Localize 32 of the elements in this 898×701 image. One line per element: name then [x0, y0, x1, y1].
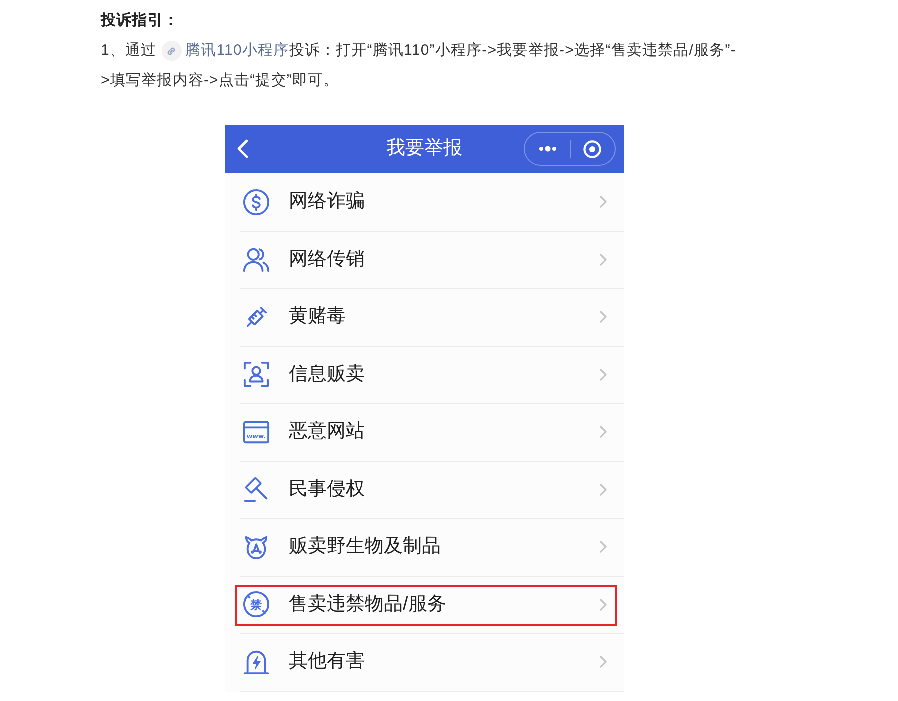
- close-target-icon[interactable]: [583, 140, 602, 158]
- chevron-right-icon: [600, 484, 607, 496]
- back-icon[interactable]: [236, 139, 250, 159]
- chevron-right-icon: [600, 426, 607, 438]
- more-icon[interactable]: [539, 145, 557, 153]
- animal-head-icon: [243, 534, 270, 561]
- chevron-right-icon: [600, 541, 607, 554]
- chevron-right-icon: [600, 368, 607, 381]
- guide-step-text: 1、通过 腾讯110小程序投诉：打开“腾讯110”小程序->我要举报->选择“售卖违禁品/服务”->填写举报内容->点击“提交”即可。: [101, 36, 743, 96]
- guide-heading: 投诉指引：: [101, 11, 179, 31]
- report-category-item[interactable]: 黄赌毒: [240, 289, 624, 346]
- chevron-right-icon: [600, 598, 607, 611]
- chevron-right-icon: [600, 656, 607, 668]
- report-category-item[interactable]: 贩卖野生物及制品: [240, 519, 624, 576]
- report-category-item[interactable]: 其他有害: [240, 634, 624, 692]
- mini-program-link[interactable]: 腾讯110小程序: [162, 36, 290, 66]
- face-scan-icon: [243, 361, 270, 388]
- prohibited-sign-icon: 禁: [243, 591, 270, 618]
- header-title: 我要举报: [386, 137, 462, 161]
- dollar-circle-icon: [243, 188, 270, 216]
- chevron-right-icon: [600, 254, 607, 266]
- report-category-item[interactable]: 信息贩卖: [240, 346, 624, 404]
- users-icon: [243, 246, 270, 274]
- report-category-item[interactable]: 民事侵权: [240, 462, 624, 519]
- chevron-right-icon: [600, 196, 607, 208]
- report-category-item[interactable]: 网络传销: [240, 232, 624, 289]
- gavel-icon: [243, 476, 270, 504]
- alert-lightning-icon: [243, 648, 270, 676]
- report-category-item[interactable]: 禁 售卖违禁物品/服务: [240, 576, 624, 634]
- report-category-item[interactable]: 网络诈骗: [240, 174, 624, 232]
- chevron-right-icon: [600, 311, 607, 324]
- link-icon: [162, 41, 182, 61]
